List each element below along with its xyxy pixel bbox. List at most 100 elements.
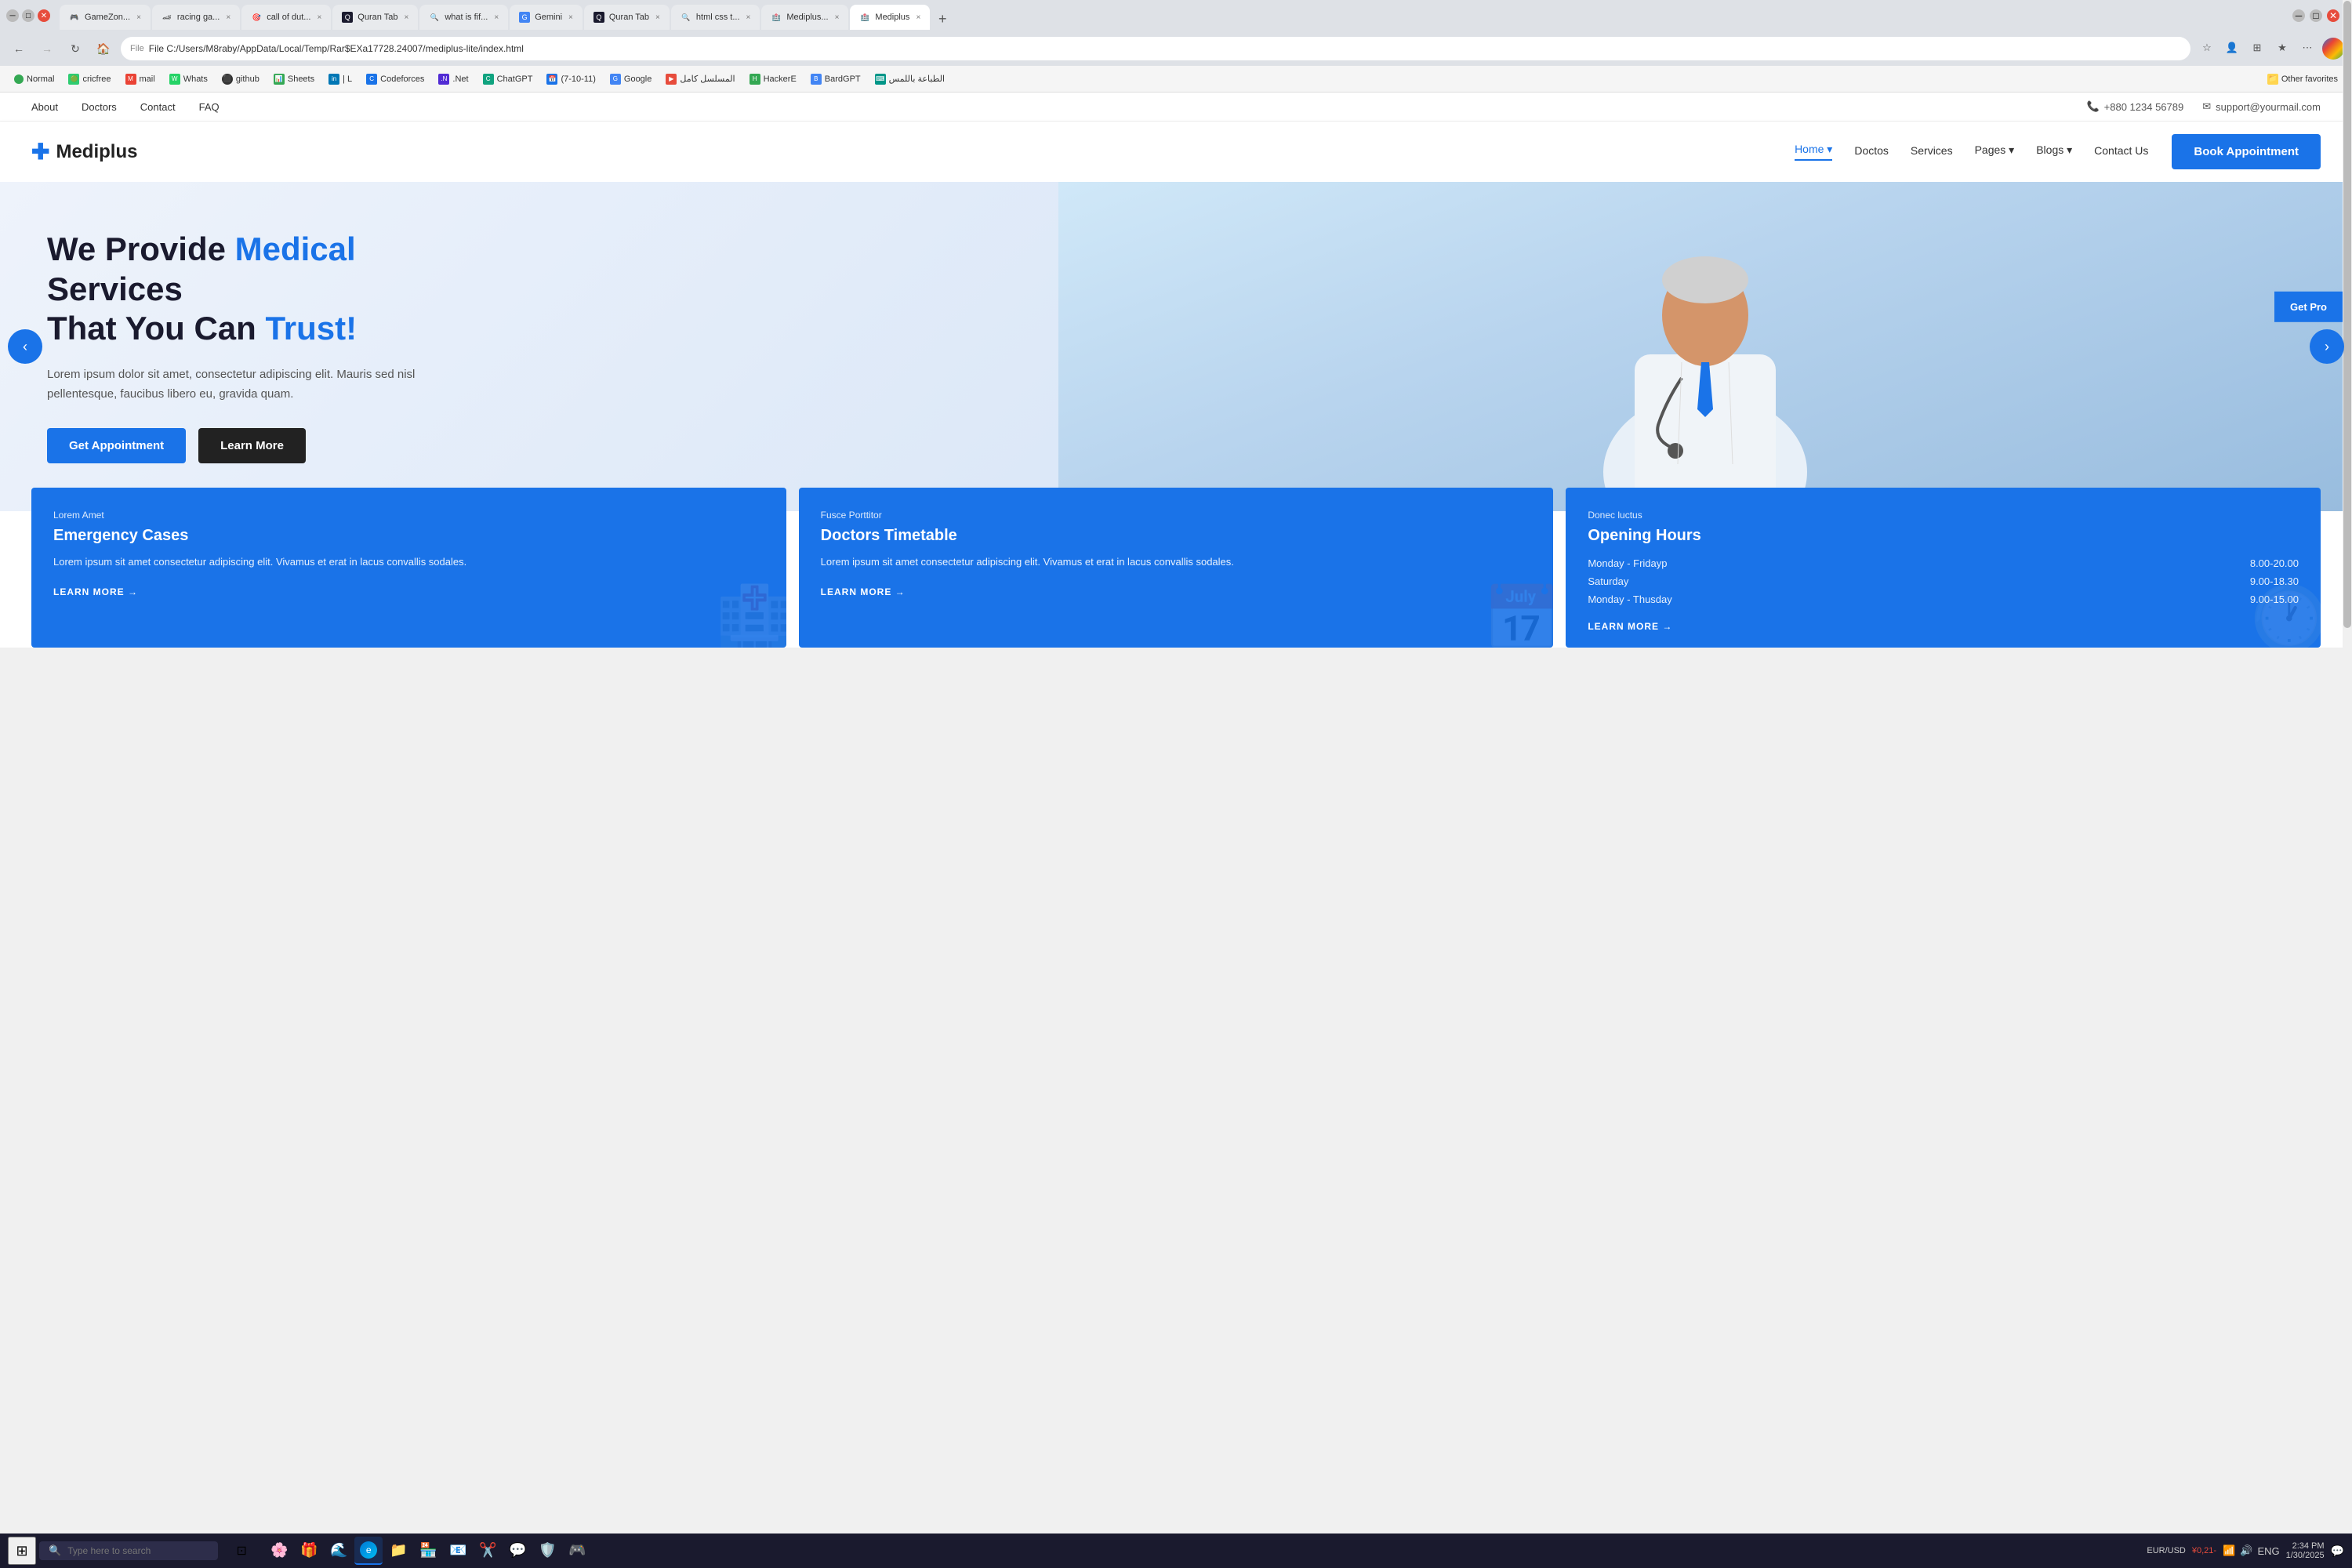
tab-quran1[interactable]: QQuran Tab× [332,5,418,30]
window-minimize[interactable]: ─ [2292,9,2305,22]
tab-gamezon[interactable]: 🎮GameZon...× [60,5,151,30]
bookmark-star-button[interactable]: ☆ [2197,38,2217,58]
card-emergency-link[interactable]: LEARN MORE → [53,586,764,597]
bookmark-dotnet[interactable]: .N .Net [432,71,474,87]
maximize-button[interactable]: □ [22,9,34,22]
taskbar-search-input[interactable] [67,1545,209,1556]
top-nav-doctors[interactable]: Doctors [82,101,117,113]
taskbar-app-gift[interactable]: 🎁 [295,1537,323,1565]
tab-whatisfif[interactable]: 🔍what is fif...× [419,5,508,30]
hero-next-button[interactable]: › [2310,329,2344,364]
bookmark-hackere[interactable]: H HackerE [743,71,803,87]
hours-row-2: Saturday 9.00-18.30 [1588,572,2299,590]
taskbar-app-flowers[interactable]: 🌸 [265,1537,293,1565]
bookmark-github[interactable]: ⬛ github [216,71,266,87]
book-appointment-button[interactable]: Book Appointment [2172,134,2321,169]
phone-number: +880 1234 56789 [2104,101,2184,113]
cards-section: Lorem Amet Emergency Cases Lorem ipsum s… [0,488,2352,648]
taskbar-app-store[interactable]: 🏪 [414,1537,442,1565]
nav-doctos[interactable]: Doctos [1854,144,1889,160]
hero-title-highlight: Medical [235,230,356,267]
taskbar-app-game[interactable]: 🎮 [563,1537,591,1565]
taskbar-app-outlook[interactable]: 📧 [444,1537,472,1565]
bookmark-chatgpt[interactable]: C ChatGPT [477,71,539,87]
tab-callofduty[interactable]: 🎯call of dut...× [241,5,331,30]
bookmark-codeforces[interactable]: C Codeforces [360,71,430,87]
card-timetable-bg-icon: 📅 [1483,582,1554,648]
window-restore[interactable]: □ [2310,9,2322,22]
task-view-button[interactable]: ⊡ [227,1537,256,1565]
scrollbar[interactable] [2343,0,2352,1568]
back-button[interactable]: ← [8,38,30,60]
top-nav-faq[interactable]: FAQ [199,101,220,113]
nav-blogs[interactable]: Blogs ▾ [2036,143,2072,160]
tab-htmlcss[interactable]: 🔍html css t...× [671,5,760,30]
learn-more-button[interactable]: Learn More [198,428,306,463]
new-tab-button[interactable]: + [931,8,953,30]
taskbar-app-explorer[interactable]: 📁 [384,1537,412,1565]
nav-services[interactable]: Services [1911,144,1953,160]
card-timetable-link[interactable]: LEARN MORE → [821,586,1532,597]
hero-prev-button[interactable]: ‹ [8,329,42,364]
top-nav-contact[interactable]: Contact [140,101,176,113]
close-window-button[interactable]: ✕ [38,9,50,22]
taskbar: ⊞ 🔍 ⊡ 🌸 🎁 🌊 e 📁 🏪 📧 ✂️ 💬 🛡️ 🎮 EUR/USD ¥0… [0,1534,2352,1568]
taskbar-pinned-apps: 🌸 🎁 🌊 e 📁 🏪 📧 ✂️ 💬 🛡️ 🎮 [265,1537,591,1565]
browser-chrome: ─ □ ✕ 🎮GameZon...× 🏎racing ga...× 🎯call … [0,0,2352,93]
address-input-box[interactable]: File File C:/Users/M8raby/AppData/Local/… [121,37,2190,60]
settings-button[interactable]: ⋯ [2297,38,2318,58]
hero-title-line2: That You Can [47,310,265,347]
bookmark-bardgpt[interactable]: B BardGPT [804,71,867,87]
nav-links: Home ▾ Doctos Services Pages ▾ Blogs ▾ C… [1795,143,2148,161]
window-close[interactable]: ✕ [2327,9,2339,22]
nav-home[interactable]: Home ▾ [1795,143,1832,161]
favorites-button[interactable]: ★ [2272,38,2292,58]
forward-button[interactable]: → [36,38,58,60]
bookmarks-more[interactable]: 📁 Other favorites [2261,71,2344,87]
taskbar-clock[interactable]: 2:34 PM 1/30/2025 [2286,1541,2325,1560]
top-nav-about[interactable]: About [31,101,58,113]
bookmark-whats[interactable]: W Whats [163,71,214,87]
address-bar: ← → ↻ 🏠 File File C:/Users/M8raby/AppDat… [0,31,2352,66]
taskbar-app-scissors[interactable]: ✂️ [474,1537,502,1565]
bookmark-typing[interactable]: ⌨ الطباعة باللمس [869,71,951,87]
card-hours-link[interactable]: LEARN MORE → [1588,621,2299,632]
card-emergency-desc: Lorem ipsum sit amet consectetur adipisc… [53,554,764,571]
bookmark-sheets[interactable]: 📊 Sheets [267,71,321,87]
nav-pages[interactable]: Pages ▾ [1975,143,2015,160]
site-logo[interactable]: ✚ Mediplus [31,139,137,165]
home-button[interactable]: 🏠 [93,38,114,60]
tab-quran2[interactable]: QQuran Tab× [584,5,670,30]
notification-button[interactable]: 💬 [2331,1544,2344,1558]
bookmark-7-10-11[interactable]: 📅 (7-10-11) [540,71,601,87]
bookmark-musalsal[interactable]: ▶ المسلسل كامل [659,71,741,87]
clock-time: 2:34 PM [2286,1541,2325,1551]
bookmark-normal[interactable]: Normal [8,72,60,86]
taskbar-app-security[interactable]: 🛡️ [533,1537,561,1565]
nav-contact-us[interactable]: Contact Us [2094,144,2148,160]
get-appointment-button[interactable]: Get Appointment [47,428,186,463]
minimize-button[interactable]: ─ [6,9,19,22]
tab-mediplus2[interactable]: 🏥Mediplus× [850,5,930,30]
card-hours-title: Opening Hours [1588,527,2299,545]
taskbar-app-edge[interactable]: 🌊 [325,1537,353,1565]
edge-profile-avatar[interactable] [2322,38,2344,60]
start-button[interactable]: ⊞ [8,1537,36,1565]
bookmark-mail[interactable]: M mail [119,71,162,87]
email-contact: ✉ support@yourmail.com [2202,100,2321,113]
collections-button[interactable]: ⊞ [2247,38,2267,58]
card-timetable-title: Doctors Timetable [821,527,1532,545]
tab-mediplus1[interactable]: 🏥Mediplus...× [761,5,848,30]
get-pro-button[interactable]: Get Pro [2274,292,2343,322]
email-icon: ✉ [2202,100,2211,113]
refresh-button[interactable]: ↻ [64,38,86,60]
taskbar-app-edge2[interactable]: e [354,1537,383,1565]
taskbar-app-teams[interactable]: 💬 [503,1537,532,1565]
tab-gemini[interactable]: GGemini× [510,5,583,30]
tab-racing[interactable]: 🏎racing ga...× [152,5,240,30]
profile-button[interactable]: 👤 [2222,38,2242,58]
taskbar-search-box[interactable]: 🔍 [39,1541,218,1560]
bookmark-linkedin[interactable]: in | L [322,71,358,87]
bookmark-google[interactable]: G Google [604,71,658,87]
bookmark-cricfree[interactable]: 🟢 cricfree [62,71,117,87]
